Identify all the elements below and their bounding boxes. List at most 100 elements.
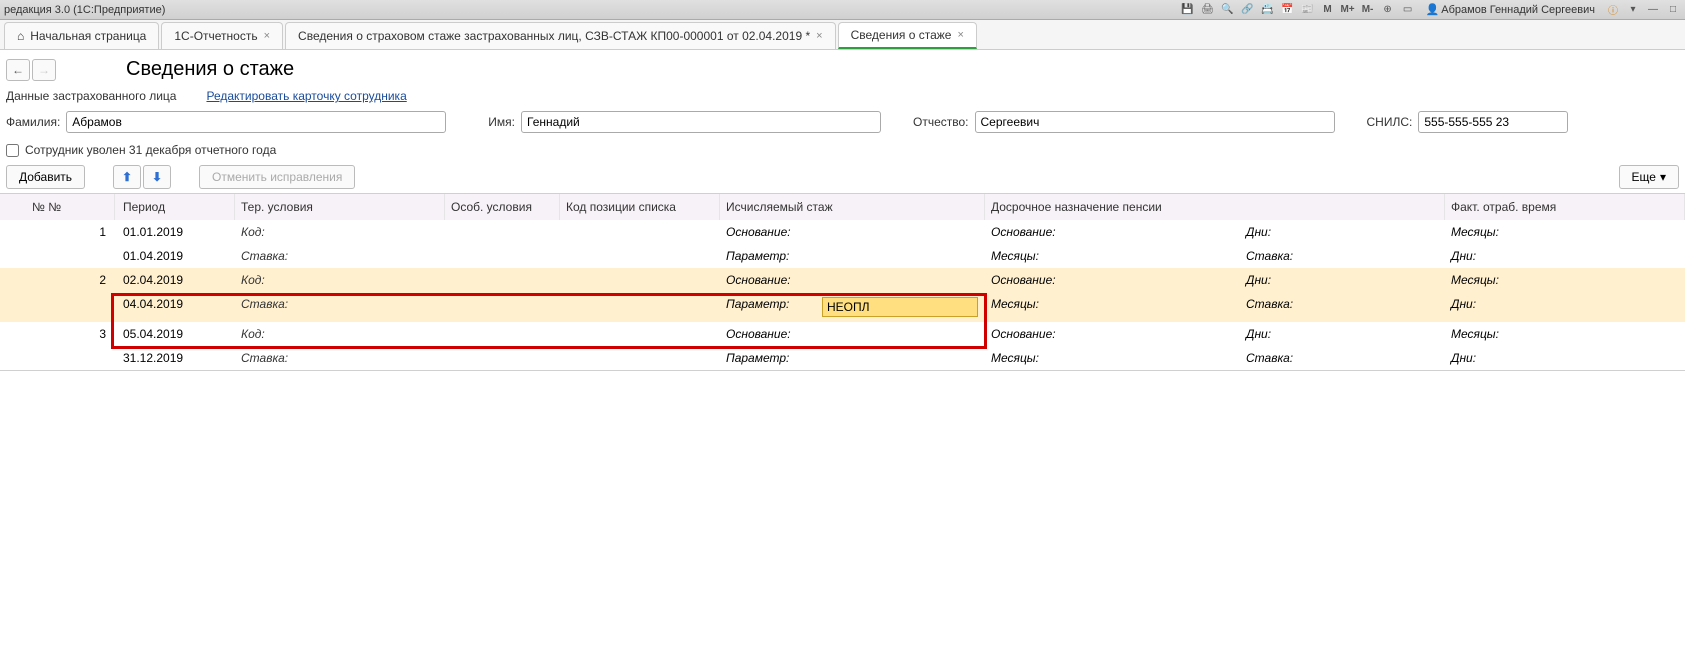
dropdown-icon[interactable]: ▾: [1625, 2, 1641, 18]
tab-stazh-label: Сведения о стаже: [851, 28, 952, 42]
period-end[interactable]: 31.12.2019: [115, 346, 235, 370]
table-row[interactable]: 3 05.04.2019 Код: Основание: Основание:Д…: [0, 322, 1685, 346]
fired-row: Сотрудник уволен 31 декабря отчетного го…: [0, 139, 1685, 161]
period-start[interactable]: 02.04.2019: [115, 268, 235, 292]
osob-cell-b: [445, 346, 560, 370]
tab-home[interactable]: ⌂ Начальная страница: [4, 22, 159, 49]
move-down-button[interactable]: ⬇: [143, 165, 171, 189]
save-icon[interactable]: 💾: [1180, 2, 1196, 18]
th-dosr[interactable]: Досрочное назначение пенсии: [985, 194, 1445, 220]
add-button[interactable]: Добавить: [6, 165, 85, 189]
isch-param: Параметр:НЕОПЛ: [720, 292, 985, 322]
fakt-cell: Месяцы:: [1445, 220, 1685, 244]
lastname-input[interactable]: [66, 111, 446, 133]
patronymic-label: Отчество:: [913, 115, 969, 129]
fakt-cell-b: Дни:: [1445, 292, 1685, 322]
tab-reporting[interactable]: 1С-Отчетность ×: [161, 22, 283, 49]
tab-reporting-label: 1С-Отчетность: [174, 29, 257, 43]
osob-cell-b: [445, 292, 560, 322]
dosr-cell-b: Месяцы:Ставка:: [985, 292, 1445, 322]
arrow-up-icon: ⬆: [122, 170, 132, 184]
isch-osn: Основание:: [720, 268, 985, 292]
move-up-button[interactable]: ⬆: [113, 165, 141, 189]
arrow-down-icon: ⬇: [152, 170, 162, 184]
info-icon[interactable]: ⓘ: [1605, 2, 1621, 18]
th-period[interactable]: Период: [115, 194, 235, 220]
kod-cell-b: [560, 346, 720, 370]
ter-kod: Код:: [235, 268, 445, 292]
th-fakt[interactable]: Факт. отраб. время: [1445, 194, 1685, 220]
ter-kod: Код:: [235, 322, 445, 346]
row-num: 2: [0, 268, 115, 292]
date-icon[interactable]: 📰: [1300, 2, 1316, 18]
isch-param: Параметр:: [720, 244, 985, 268]
minimize-icon[interactable]: —: [1645, 2, 1661, 18]
table-wrap: № № Период Тер. условия Особ. условия Ко…: [0, 193, 1685, 371]
edit-employee-link[interactable]: Редактировать карточку сотрудника: [206, 89, 406, 103]
th-isch[interactable]: Исчисляемый стаж: [720, 194, 985, 220]
period-end[interactable]: 01.04.2019: [115, 244, 235, 268]
maximize-icon[interactable]: □: [1665, 2, 1681, 18]
param-value[interactable]: НЕОПЛ: [822, 297, 978, 317]
print-icon[interactable]: 🖨: [1200, 2, 1216, 18]
period-start[interactable]: 05.04.2019: [115, 322, 235, 346]
m-icon[interactable]: M: [1320, 2, 1336, 18]
cancel-button[interactable]: Отменить исправления: [199, 165, 355, 189]
calc-icon[interactable]: 📇: [1260, 2, 1276, 18]
name-row: Фамилия: Имя: Отчество: СНИЛС:: [0, 109, 1685, 139]
close-icon[interactable]: ×: [957, 29, 963, 41]
calendar-icon[interactable]: 📅: [1280, 2, 1296, 18]
dosr-cell: Основание:Дни:: [985, 322, 1445, 346]
nav-forward-button[interactable]: →: [32, 59, 56, 81]
table-row[interactable]: 2 02.04.2019 Код: Основание: Основание:Д…: [0, 268, 1685, 292]
ter-stavka: Ставка:: [235, 292, 445, 322]
table-row[interactable]: 1 01.01.2019 Код: Основание: Основание:Д…: [0, 220, 1685, 244]
nav-back-button[interactable]: ←: [6, 59, 30, 81]
th-num[interactable]: № №: [0, 194, 115, 220]
ter-stavka: Ставка:: [235, 346, 445, 370]
snils-label: СНИЛС:: [1367, 115, 1413, 129]
row-num-b: [0, 346, 115, 370]
period-end[interactable]: 04.04.2019: [115, 292, 235, 322]
close-icon[interactable]: ×: [816, 30, 822, 42]
th-kod[interactable]: Код позиции списка: [560, 194, 720, 220]
search-icon[interactable]: 🔍: [1220, 2, 1236, 18]
fired-checkbox[interactable]: [6, 144, 19, 157]
fakt-cell: Месяцы:: [1445, 268, 1685, 292]
user-label[interactable]: 👤Абрамов Геннадий Сергеевич: [1426, 3, 1595, 16]
book-icon[interactable]: ▭: [1400, 2, 1416, 18]
tab-stazh[interactable]: Сведения о стаже ×: [838, 22, 977, 49]
firstname-label: Имя:: [488, 115, 515, 129]
th-osob[interactable]: Особ. условия: [445, 194, 560, 220]
table-row[interactable]: 01.04.2019 Ставка: Параметр: Месяцы:Став…: [0, 244, 1685, 268]
tab-home-label: Начальная страница: [30, 29, 146, 43]
table-row[interactable]: 31.12.2019 Ставка: Параметр: Месяцы:Став…: [0, 346, 1685, 370]
more-button[interactable]: Еще▾: [1619, 165, 1679, 189]
tab-szv[interactable]: Сведения о страховом стаже застрахованны…: [285, 22, 836, 49]
table-row[interactable]: 04.04.2019 Ставка: Параметр:НЕОПЛ Месяцы…: [0, 292, 1685, 322]
lastname-label: Фамилия:: [6, 115, 60, 129]
period-start[interactable]: 01.01.2019: [115, 220, 235, 244]
snils-input[interactable]: [1418, 111, 1568, 133]
isch-param: Параметр:: [720, 346, 985, 370]
titlebar: редакция 3.0 (1С:Предприятие) 💾 🖨 🔍 🔗 📇 …: [0, 0, 1685, 20]
patronymic-input[interactable]: [975, 111, 1335, 133]
m-minus-icon[interactable]: M-: [1360, 2, 1376, 18]
isch-osn: Основание:: [720, 322, 985, 346]
page-title: Сведения о стаже: [126, 58, 294, 81]
dosr-cell-b: Месяцы:Ставка:: [985, 244, 1445, 268]
link-icon[interactable]: 🔗: [1240, 2, 1256, 18]
dosr-cell: Основание:Дни:: [985, 268, 1445, 292]
fakt-cell-b: Дни:: [1445, 346, 1685, 370]
firstname-input[interactable]: [521, 111, 881, 133]
kod-cell-b: [560, 292, 720, 322]
zoom-icon[interactable]: ⊕: [1380, 2, 1396, 18]
close-icon[interactable]: ×: [264, 30, 270, 42]
isch-osn: Основание:: [720, 220, 985, 244]
osob-cell: [445, 220, 560, 244]
m-plus-icon[interactable]: M+: [1340, 2, 1356, 18]
th-ter[interactable]: Тер. условия: [235, 194, 445, 220]
app-title: редакция 3.0 (1С:Предприятие): [4, 4, 1180, 16]
table-header: № № Период Тер. условия Особ. условия Ко…: [0, 194, 1685, 220]
tabbar: ⌂ Начальная страница 1С-Отчетность × Све…: [0, 20, 1685, 50]
